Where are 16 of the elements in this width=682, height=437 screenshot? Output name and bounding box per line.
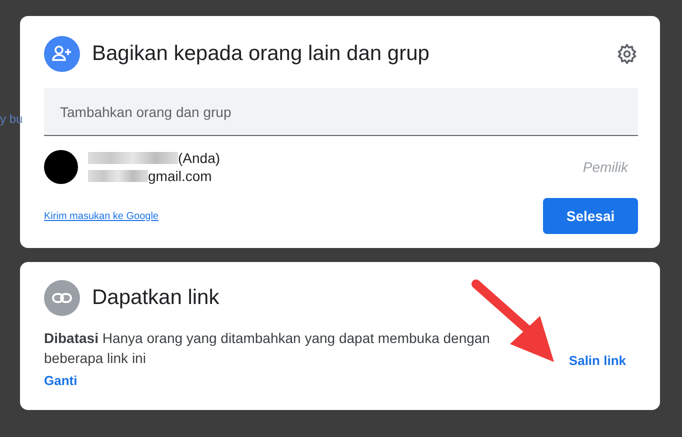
avatar <box>44 150 78 184</box>
feedback-link[interactable]: Kirim masukan ke Google <box>44 210 158 222</box>
person-name: (Anda) <box>178 150 220 166</box>
person-email: gmail.com <box>148 168 212 184</box>
link-icon <box>44 280 80 316</box>
role-label: Pemilik <box>582 159 628 175</box>
redacted-block <box>88 170 148 182</box>
add-person-icon <box>44 36 80 72</box>
dialog-title: Bagikan kepada orang lain dan grup <box>92 42 430 66</box>
settings-icon[interactable] <box>616 43 638 65</box>
done-button[interactable]: Selesai <box>543 198 638 234</box>
section-title: Dapatkan link <box>92 286 220 310</box>
add-people-field[interactable]: Tambahkan orang dan grup <box>44 88 638 136</box>
change-link[interactable]: Ganti <box>44 373 78 388</box>
access-description: Dibatasi Hanya orang yang ditambahkan yang dapat membuka dengan beberapa link ini <box>44 329 491 368</box>
copy-link[interactable]: Salin link <box>568 353 626 390</box>
